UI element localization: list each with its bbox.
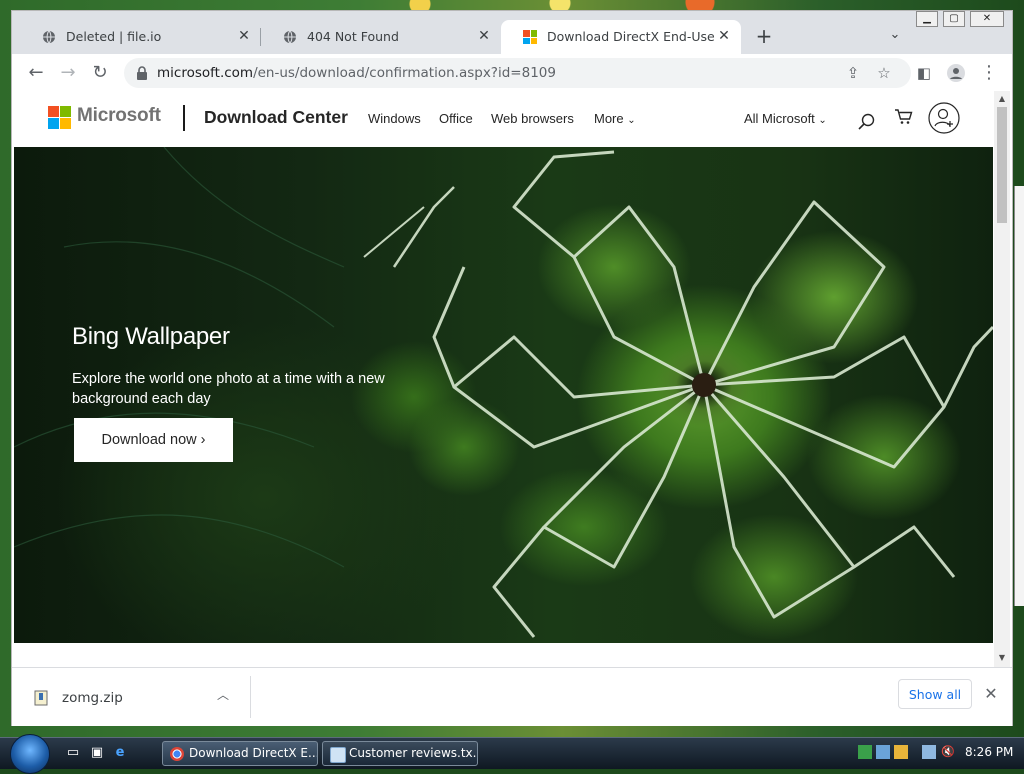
browser-window: Deleted | file.io ✕ 404 Not Found ✕ Down… (11, 10, 1013, 726)
search-icon[interactable] (856, 111, 878, 133)
close-shelf-icon[interactable]: ✕ (981, 684, 1001, 704)
globe-icon (284, 30, 296, 44)
start-button[interactable] (10, 734, 50, 774)
scrollbar-thumb[interactable] (997, 107, 1007, 223)
nav-windows[interactable]: Windows (368, 111, 421, 126)
tray-monitor-icon[interactable] (922, 745, 936, 759)
taskbar-clock[interactable]: 8:26 PM (965, 745, 1013, 759)
cart-icon[interactable] (893, 106, 915, 128)
tray-network-icon[interactable] (858, 745, 872, 759)
download-file-name[interactable]: zomg.zip (62, 690, 123, 706)
share-icon[interactable]: ⇪ (844, 64, 862, 82)
download-center-title[interactable]: Download Center (204, 107, 348, 128)
chrome-icon (170, 747, 184, 761)
tab-title: Download DirectX End-User Runt (547, 29, 715, 44)
globe-icon (43, 30, 55, 44)
taskbar-item-label: Download DirectX E... (189, 746, 318, 760)
nav-more[interactable]: More ⌄ (594, 111, 636, 126)
all-microsoft-menu[interactable]: All Microsoft ⌄ (744, 111, 827, 126)
download-shelf: zomg.zip ︿ Show all ✕ (12, 667, 1012, 726)
nav-web-browsers[interactable]: Web browsers (491, 111, 574, 126)
nav-more-label: More (594, 111, 624, 126)
close-tab-icon[interactable]: ✕ (235, 27, 253, 45)
bookmark-star-icon[interactable]: ☆ (875, 64, 893, 82)
scroll-down-arrow-icon[interactable]: ▼ (997, 653, 1007, 662)
close-tab-icon[interactable]: ✕ (715, 27, 733, 45)
close-tab-icon[interactable]: ✕ (475, 27, 493, 45)
show-desktop-icon[interactable]: ▭ (64, 744, 82, 762)
tab-download-directx[interactable]: Download DirectX End-User Runt ✕ (501, 20, 741, 54)
close-window-button[interactable]: ✕ (970, 11, 1004, 27)
browser-toolbar: ← → ↻ microsoft.com/en-us/download/confi… (12, 54, 1012, 91)
chevron-down-icon: ⌄ (627, 115, 636, 126)
url-path: /en-us/download/confirmation.aspx?id=810… (253, 65, 556, 81)
chevron-up-icon[interactable]: ︿ (217, 686, 229, 703)
notepad-icon (330, 747, 346, 763)
maximize-button[interactable]: ▢ (943, 11, 965, 27)
tray-folder-icon[interactable] (894, 745, 908, 759)
new-tab-button[interactable]: + (753, 25, 775, 47)
tab-deleted-fileio[interactable]: Deleted | file.io ✕ (20, 20, 261, 54)
show-all-button[interactable]: Show all (898, 679, 972, 709)
download-now-button[interactable]: Download now › (74, 418, 233, 462)
taskbar-item-label: Customer reviews.tx... (349, 746, 478, 760)
microsoft-logo-icon (523, 30, 537, 44)
back-arrow-icon[interactable]: ← (24, 61, 48, 85)
windows-taskbar: ▭ ▣ e Download DirectX E... Customer rev… (0, 734, 1024, 774)
switch-windows-icon[interactable]: ▣ (88, 744, 106, 762)
tab-title: 404 Not Found (307, 29, 399, 44)
internet-explorer-icon[interactable]: e (111, 744, 129, 762)
profile-avatar-icon[interactable] (944, 61, 968, 85)
reload-icon[interactable]: ↻ (88, 61, 112, 85)
side-panel-icon[interactable]: ◧ (912, 61, 936, 85)
menu-kebab-icon[interactable]: ⋮ (977, 61, 1001, 85)
all-microsoft-label: All Microsoft (744, 111, 815, 126)
minimize-button[interactable]: ▁ (916, 11, 938, 27)
hero-title: Bing Wallpaper (72, 323, 230, 350)
chevron-down-icon: ⌄ (818, 115, 827, 126)
shelf-divider (250, 676, 251, 718)
tab-title: Deleted | file.io (66, 29, 162, 44)
tab-strip: Deleted | file.io ✕ 404 Not Found ✕ Down… (12, 11, 1012, 54)
hero-banner: Bing Wallpaper Explore the world one pho… (14, 147, 993, 643)
forward-arrow-icon[interactable]: → (56, 61, 80, 85)
microsoft-wordmark[interactable]: Microsoft (77, 105, 161, 127)
url-text[interactable]: microsoft.com/en-us/download/confirmatio… (157, 65, 556, 81)
taskbar-item-chrome[interactable]: Download DirectX E... (162, 741, 318, 766)
scroll-up-arrow-icon[interactable]: ▲ (997, 94, 1007, 103)
account-icon[interactable] (928, 102, 960, 134)
url-host: microsoft.com (157, 65, 254, 81)
volume-muted-icon[interactable]: 🔇 (941, 745, 955, 759)
address-bar[interactable]: microsoft.com/en-us/download/confirmatio… (124, 58, 911, 88)
nav-office[interactable]: Office (439, 111, 473, 126)
chevron-right-icon: › (200, 432, 206, 448)
tab-404-not-found[interactable]: 404 Not Found ✕ (261, 20, 501, 54)
taskbar-item-notepad[interactable]: Customer reviews.tx... (322, 741, 478, 766)
page-scrollbar[interactable]: ▲ ▼ (994, 91, 1010, 667)
page-viewport: Microsoft Download Center Windows Office… (13, 91, 994, 666)
header-divider (183, 105, 185, 131)
tab-search-chevron-icon[interactable]: ⌄ (886, 27, 904, 45)
download-now-label: Download now (101, 432, 197, 448)
tray-app-icon[interactable] (876, 745, 890, 759)
hero-description: Explore the world one photo at a time wi… (72, 371, 385, 407)
zip-file-icon[interactable] (34, 690, 48, 706)
background-window-edge (1014, 186, 1024, 606)
microsoft-header: Microsoft Download Center Windows Office… (13, 91, 994, 147)
microsoft-logo-icon[interactable] (48, 106, 71, 129)
lock-icon[interactable] (136, 66, 148, 80)
